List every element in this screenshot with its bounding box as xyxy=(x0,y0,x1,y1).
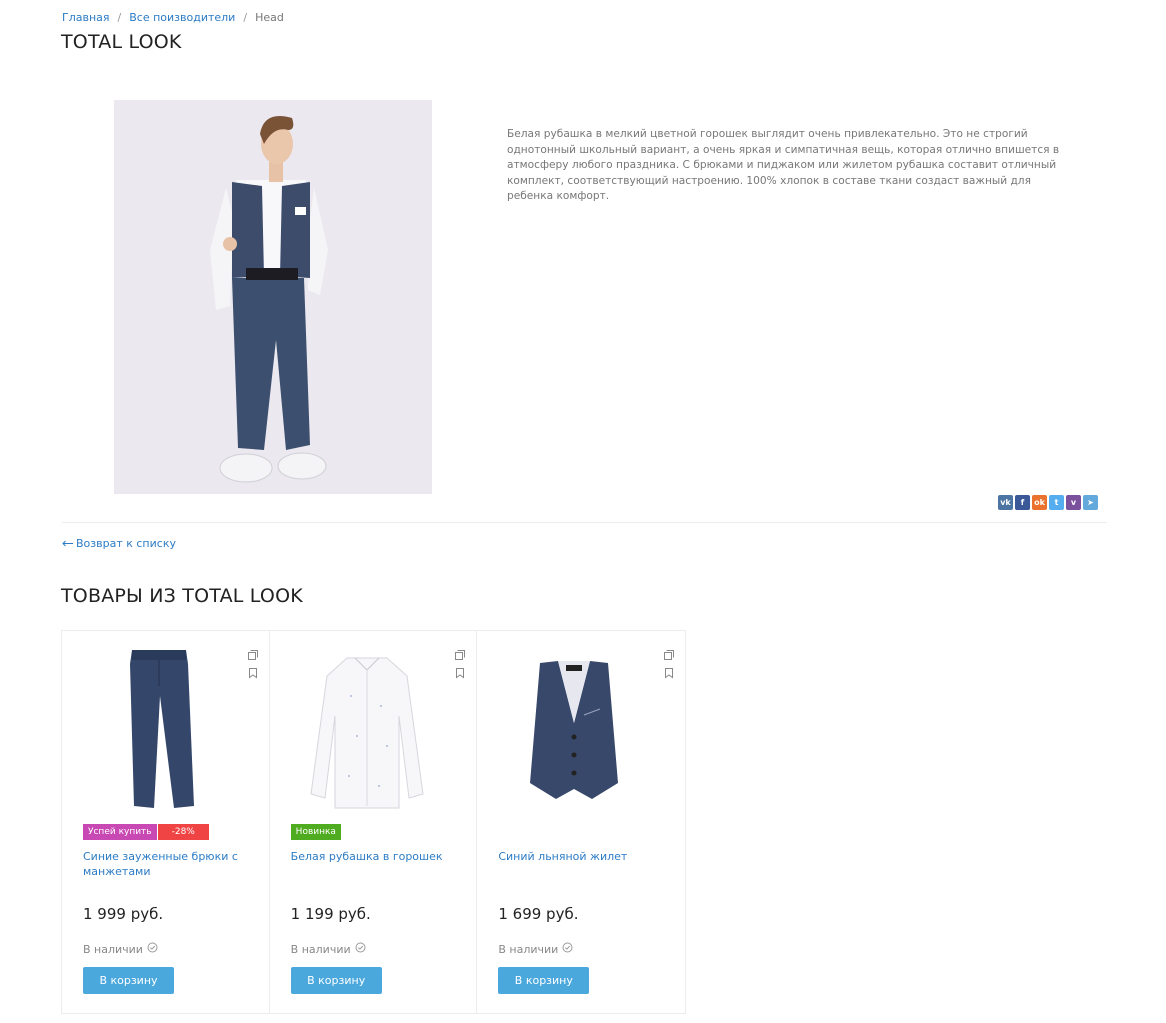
compare-icon[interactable] xyxy=(247,646,259,660)
breadcrumb-separator: / xyxy=(243,11,248,24)
stock-status: В наличии xyxy=(498,942,573,956)
product-image[interactable] xyxy=(292,643,442,813)
card-actions xyxy=(247,646,259,679)
product-price: 1 999 руб. xyxy=(83,905,164,923)
odnoklassniki-icon[interactable]: ok xyxy=(1032,495,1047,510)
product-name-link[interactable]: Белая рубашка в горошек xyxy=(291,849,451,864)
stock-status: В наличии xyxy=(83,942,158,956)
viber-icon[interactable]: v xyxy=(1066,495,1081,510)
product-description: Белая рубашка в мелкий цветной горошек в… xyxy=(507,128,1060,203)
product-name-link[interactable]: Синие зауженные брюки с манжетами xyxy=(83,849,243,879)
product-badges: Успей купить -28% xyxy=(83,824,209,840)
hero-photo xyxy=(114,100,432,494)
check-circle-icon xyxy=(355,942,366,956)
vk-icon[interactable]: vk xyxy=(998,495,1013,510)
product-price: 1 699 руб. xyxy=(498,905,579,923)
stock-label: В наличии xyxy=(498,942,559,956)
share-buttons: vk f ok t v ➤ xyxy=(998,495,1098,510)
stock-label: В наличии xyxy=(290,942,351,956)
arrow-left-icon xyxy=(62,537,73,550)
badge-new: Новинка xyxy=(290,824,341,840)
back-link-label: Возврат к списку xyxy=(76,537,176,550)
product-badges: Новинка xyxy=(290,824,341,840)
facebook-icon[interactable]: f xyxy=(1015,495,1030,510)
card-actions xyxy=(454,646,466,679)
stock-status: В наличии xyxy=(291,942,366,956)
check-circle-icon xyxy=(147,942,158,956)
bookmark-icon[interactable] xyxy=(454,664,466,679)
badge-discount: -28% xyxy=(157,824,209,840)
telegram-icon[interactable]: ➤ xyxy=(1083,495,1098,510)
badge-sale: Успей купить xyxy=(83,824,157,840)
stock-label: В наличии xyxy=(83,942,143,956)
page-title: TOTAL LOOK xyxy=(61,31,182,53)
product-card: Синий льняной жилет 1 699 руб. В наличии… xyxy=(477,631,685,1013)
add-to-cart-button[interactable]: В корзину xyxy=(498,967,590,994)
add-to-cart-button[interactable]: В корзину xyxy=(290,967,382,994)
divider xyxy=(62,522,1107,523)
bookmark-icon[interactable] xyxy=(663,664,675,679)
product-price: 1 199 руб. xyxy=(290,905,371,923)
compare-icon[interactable] xyxy=(454,646,466,660)
product-card: Новинка Белая рубашка в горошек 1 199 ру… xyxy=(270,631,478,1013)
product-name-link[interactable]: Синий льняной жилет xyxy=(498,849,658,864)
breadcrumb: Главная / Все поизводители / Head xyxy=(62,11,284,24)
section-title: ТОВАРЫ ИЗ TOTAL LOOK xyxy=(61,585,303,607)
product-image[interactable] xyxy=(499,643,649,813)
breadcrumb-brands-link[interactable]: Все поизводители xyxy=(129,11,235,24)
add-to-cart-button[interactable]: В корзину xyxy=(83,967,174,994)
breadcrumb-separator: / xyxy=(117,11,122,24)
twitter-icon[interactable]: t xyxy=(1049,495,1064,510)
check-circle-icon xyxy=(562,942,573,956)
bookmark-icon[interactable] xyxy=(247,664,259,679)
product-image[interactable] xyxy=(84,643,234,813)
product-grid: Успей купить -28% Синие зауженные брюки … xyxy=(61,630,686,1014)
compare-icon[interactable] xyxy=(663,646,675,660)
card-actions xyxy=(663,646,675,679)
back-to-list-link[interactable]: Возврат к списку xyxy=(62,537,176,550)
breadcrumb-current: Head xyxy=(255,11,284,24)
product-card: Успей купить -28% Синие зауженные брюки … xyxy=(62,631,270,1013)
breadcrumb-home-link[interactable]: Главная xyxy=(62,11,110,24)
